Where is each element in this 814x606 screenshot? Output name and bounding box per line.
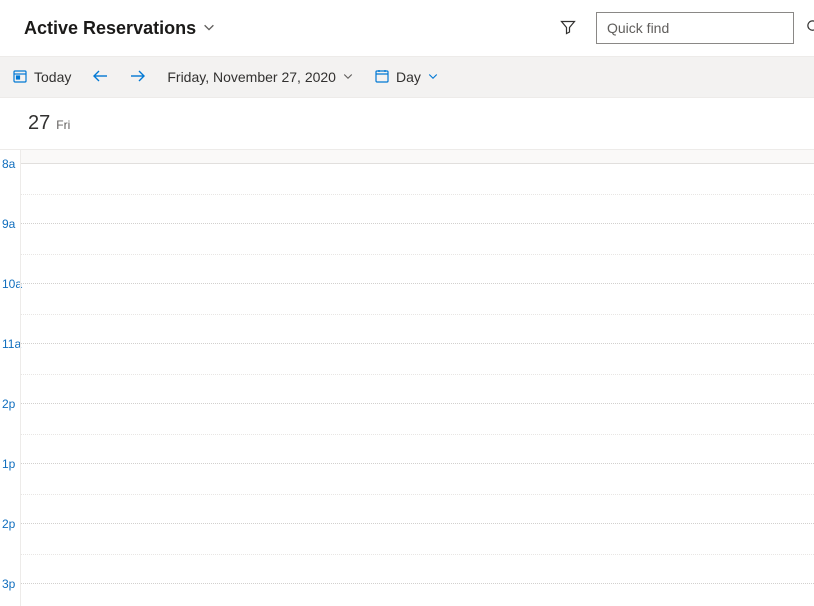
page-title: Active Reservations <box>24 18 196 39</box>
view-mode-label: Day <box>396 69 421 85</box>
time-slot[interactable] <box>21 164 814 224</box>
calendar-grid[interactable]: 8a 9a 10a 11a 2p 1p 2p 3p <box>0 150 814 606</box>
day-abbr: Fri <box>56 118 70 132</box>
next-button[interactable] <box>121 62 155 93</box>
filter-button[interactable] <box>554 13 582 44</box>
current-date-label: Friday, November 27, 2020 <box>167 69 336 85</box>
calendar-icon <box>374 68 390 87</box>
search-field <box>596 12 794 44</box>
time-slot[interactable] <box>21 464 814 524</box>
time-slot[interactable] <box>21 404 814 464</box>
calendar-today-icon <box>12 68 28 87</box>
arrow-right-icon <box>129 68 147 87</box>
funnel-icon <box>560 19 576 38</box>
chevron-down-icon <box>202 20 216 37</box>
time-label: 3p <box>2 577 15 591</box>
time-slot[interactable] <box>21 150 814 164</box>
today-label: Today <box>34 69 71 85</box>
time-slot[interactable] <box>21 524 814 584</box>
time-slot[interactable] <box>21 284 814 344</box>
page-header: Active Reservations <box>0 0 814 56</box>
view-mode-button[interactable]: Day <box>366 62 447 93</box>
time-slot[interactable] <box>21 344 814 404</box>
chevron-down-icon <box>427 69 439 85</box>
time-label: 2p <box>2 517 15 531</box>
view-selector[interactable]: Active Reservations <box>24 18 216 39</box>
time-label: 11a <box>2 337 21 351</box>
time-label: 1p <box>2 457 15 471</box>
time-slot[interactable] <box>21 584 814 606</box>
time-label: 8a <box>2 157 15 171</box>
calendar-toolbar: Today Friday, November 27, 2020 Day <box>0 56 814 98</box>
time-label: 2p <box>2 397 15 411</box>
day-header: 27 Fri <box>0 98 814 150</box>
chevron-down-icon <box>342 69 354 85</box>
time-grid[interactable] <box>20 150 814 606</box>
prev-button[interactable] <box>83 62 117 93</box>
today-button[interactable]: Today <box>4 62 79 93</box>
search-button[interactable] <box>798 13 814 43</box>
arrow-left-icon <box>91 68 109 87</box>
header-actions <box>554 12 794 44</box>
time-slot[interactable] <box>21 224 814 284</box>
time-label: 9a <box>2 217 15 231</box>
search-icon <box>806 19 814 37</box>
day-number: 27 <box>28 112 50 135</box>
date-picker-button[interactable]: Friday, November 27, 2020 <box>159 63 362 91</box>
search-input[interactable] <box>597 13 798 43</box>
